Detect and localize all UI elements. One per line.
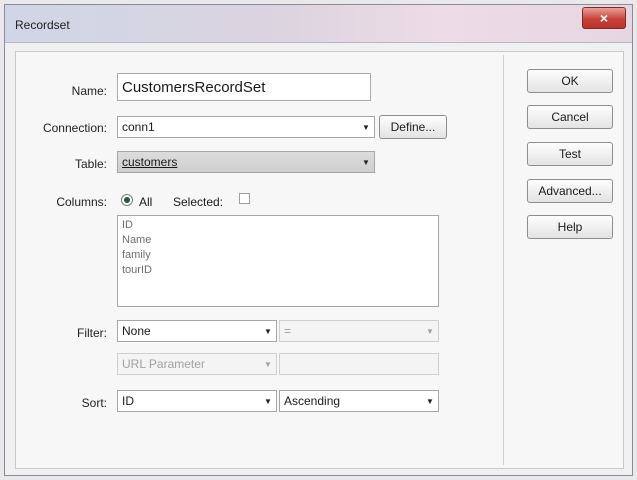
filter-operator-select[interactable]: = ▼ [279,320,439,342]
sort-column-value: ID [122,394,134,408]
close-button[interactable]: × [582,7,626,29]
sort-column-select[interactable]: ID ▼ [117,390,277,412]
chevron-down-icon: ▼ [264,359,272,369]
sort-label: Sort: [81,396,107,410]
help-button[interactable]: Help [527,215,613,239]
columns-selected-radio[interactable] [239,193,250,204]
filter-column-select[interactable]: None ▼ [117,320,277,342]
filter-label: Filter: [77,326,107,340]
list-item[interactable]: family [122,248,434,263]
cancel-button[interactable]: Cancel [527,105,613,129]
columns-list[interactable]: ID Name family tourID [117,215,439,307]
advanced-button[interactable]: Advanced... [527,179,613,203]
filter-source-select[interactable]: URL Parameter ▼ [117,353,277,375]
sort-order-value: Ascending [284,394,341,408]
connection-select[interactable]: conn1 ▼ [117,116,375,138]
columns-selected-label: Selected: [173,195,224,209]
connection-label: Connection: [42,121,107,135]
filter-param-input[interactable] [279,353,439,375]
recordset-dialog: Recordset × Name: CustomersRecordSet Con… [4,4,633,476]
title-bar: Recordset × [5,5,632,43]
columns-label: Columns: [56,195,107,209]
table-select[interactable]: customers ▼ [117,151,375,173]
define-button[interactable]: Define... [379,115,447,139]
close-icon: × [599,10,609,26]
table-label: Table: [74,157,107,171]
list-item[interactable]: tourID [122,263,434,278]
filter-column-value: None [122,324,151,338]
filter-source-value: URL Parameter [122,357,205,371]
chevron-down-icon: ▼ [264,326,272,336]
divider [503,55,504,465]
table-value: customers [122,155,178,169]
connection-value: conn1 [122,120,155,134]
columns-all-label: All [139,195,153,209]
name-input[interactable]: CustomersRecordSet [117,73,371,101]
chevron-down-icon: ▼ [426,396,434,406]
list-item[interactable]: Name [122,233,434,248]
sort-order-select[interactable]: Ascending ▼ [279,390,439,412]
columns-all-radio[interactable] [121,194,133,206]
dialog-title: Recordset [15,18,70,32]
chevron-down-icon: ▼ [362,157,370,167]
ok-button[interactable]: OK [527,69,613,93]
chevron-down-icon: ▼ [264,396,272,406]
name-value: CustomersRecordSet [122,78,266,96]
filter-operator-value: = [284,324,292,338]
chevron-down-icon: ▼ [362,122,370,132]
chevron-down-icon: ▼ [426,326,434,336]
name-label: Name: [71,84,107,98]
test-button[interactable]: Test [527,142,613,166]
list-item[interactable]: ID [122,218,434,233]
